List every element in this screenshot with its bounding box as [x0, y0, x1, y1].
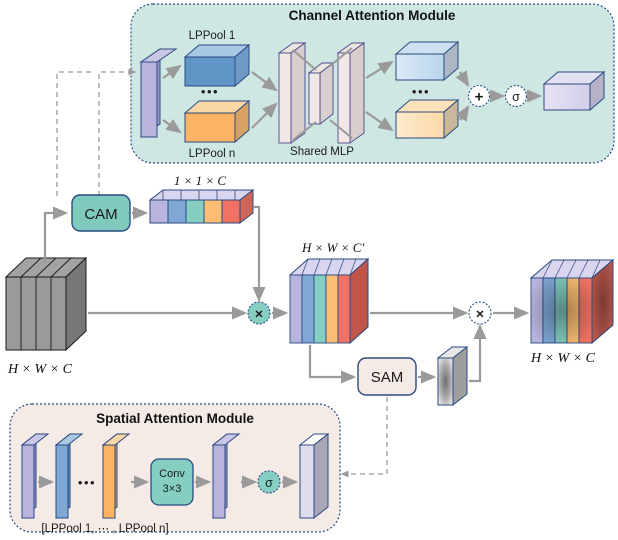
cam-add-operator: + — [467, 84, 491, 108]
cam-output-block — [542, 70, 606, 112]
arrow-input-to-cam — [43, 206, 69, 262]
lppool-n-block — [183, 99, 251, 144]
arrow-mid-to-sam — [308, 345, 357, 384]
lppool-n-label: LPPool n — [189, 148, 236, 160]
mlp-layer-2 — [307, 62, 335, 125]
output-shape-label: H × W × C — [530, 351, 596, 366]
input-feature-block — [4, 256, 88, 352]
conv-label-line2: 3×3 — [163, 483, 182, 495]
multiply-operator-2: × — [468, 301, 492, 325]
cam-block[interactable]: CAM — [71, 194, 131, 232]
cam-out-block-bottom — [394, 98, 460, 140]
cam-out-ellipsis: ••• — [412, 84, 430, 99]
sam-pool-list-label: [LPPool 1, ⋯ , LPPool n] — [41, 523, 168, 535]
arrow-map-to-mul2 — [469, 323, 487, 383]
sam-title: Spatial Attention Module — [96, 411, 254, 426]
dashed-link-cam — [98, 68, 137, 196]
lppool-1-label: LPPool 1 — [189, 30, 236, 42]
cam-sigmoid-symbol: σ — [512, 90, 520, 104]
cam-add-symbol: + — [475, 89, 484, 106]
multiply-symbol-2: × — [476, 306, 484, 322]
sam-pool-ellipsis: ••• — [78, 475, 96, 490]
shared-mlp-label: Shared MLP — [290, 146, 354, 158]
conv-label-line1: Conv — [159, 468, 185, 480]
mid-feature-shape-label: H × W × C' — [301, 240, 364, 255]
cam-pool-ellipsis: ••• — [201, 84, 219, 99]
conv-3x3-block[interactable]: Conv 3×3 — [150, 458, 194, 506]
input-shape-label: H × W × C — [7, 362, 73, 377]
lppool-1-block — [183, 43, 251, 88]
dashed-link-cam-left — [56, 71, 92, 196]
sam-block[interactable]: SAM — [357, 357, 417, 396]
output-feature-block — [529, 258, 615, 345]
cam-title: Channel Attention Module — [289, 8, 456, 23]
cam-sigmoid-operator: σ — [504, 84, 528, 108]
arrow-vector-to-mul1 — [252, 205, 266, 303]
cam-out-block-top — [394, 40, 460, 82]
mid-feature-block — [288, 257, 370, 345]
channel-vector-shape-label: 1 × 1 × C — [174, 173, 227, 188]
sam-sigmoid-operator: σ — [257, 470, 281, 494]
cam-block-label: CAM — [84, 206, 117, 223]
dashed-link-sam — [340, 397, 388, 478]
diagram-root: Channel Attention Module LPPool 1 LPPool… — [0, 0, 618, 540]
multiply-operator-1: × — [247, 301, 271, 325]
channel-attention-vector — [148, 188, 255, 225]
sam-output-slab — [298, 432, 330, 520]
spatial-attention-map — [436, 345, 469, 407]
spatial-attention-module: Spatial Attention Module ••• [LPPool 1, … — [9, 403, 341, 535]
sam-sigmoid-symbol: σ — [265, 476, 273, 490]
mlp-layer-3 — [336, 42, 366, 144]
channel-attention-module: Channel Attention Module LPPool 1 LPPool… — [130, 3, 615, 164]
multiply-symbol-1: × — [255, 306, 263, 322]
sam-block-label: SAM — [371, 369, 404, 386]
